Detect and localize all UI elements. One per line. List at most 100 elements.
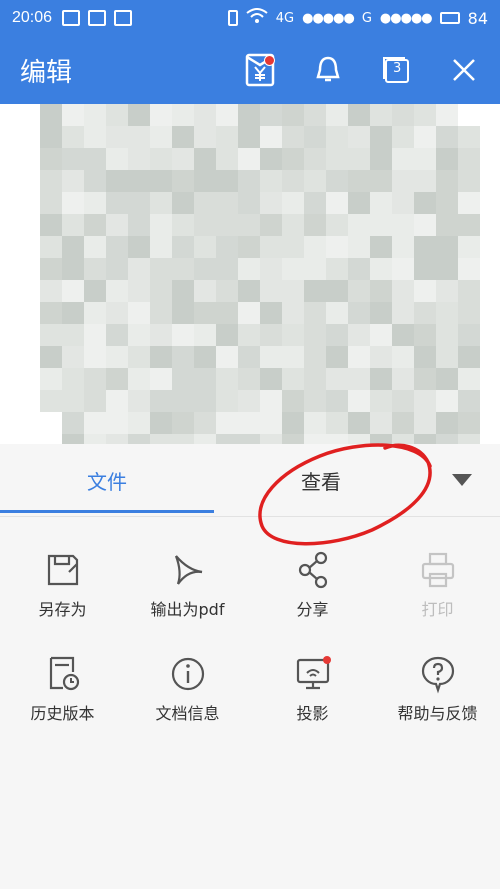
save-as-button[interactable]: 另存为 <box>0 540 125 636</box>
mosaic-tile <box>436 412 458 434</box>
mosaic-tile <box>392 104 414 126</box>
collapse-sheet-button[interactable] <box>448 466 476 494</box>
mosaic-tile <box>150 368 172 390</box>
mosaic-tile <box>128 302 150 324</box>
mosaic-tile <box>128 192 150 214</box>
mosaic-tile <box>392 280 414 302</box>
mosaic-tile <box>150 192 172 214</box>
mosaic-tile <box>62 126 84 148</box>
mosaic-tile <box>128 368 150 390</box>
mosaic-tile <box>458 126 480 148</box>
mosaic-tile <box>260 192 282 214</box>
tabs-button[interactable]: 3 <box>376 50 416 90</box>
mosaic-tile <box>260 236 282 258</box>
notifications-button[interactable] <box>308 50 348 90</box>
mosaic-tile <box>414 324 436 346</box>
help-feedback-button[interactable]: 帮助与反馈 <box>375 644 500 740</box>
mosaic-tile <box>370 434 392 444</box>
mosaic-tile <box>84 302 106 324</box>
mosaic-tile <box>40 214 62 236</box>
mosaic-tile <box>172 280 194 302</box>
mosaic-tile <box>436 148 458 170</box>
signal-2-icon: ●●●●● <box>379 10 433 26</box>
tab-view[interactable]: 查看 <box>214 444 428 516</box>
mosaic-tile <box>282 192 304 214</box>
badge-dot <box>264 55 275 66</box>
document-content[interactable] <box>0 104 500 444</box>
mosaic-tile <box>282 346 304 368</box>
mosaic-tile <box>326 104 348 126</box>
wallet-button[interactable] <box>240 50 280 90</box>
mosaic-tile <box>216 302 238 324</box>
mosaic-tile <box>348 346 370 368</box>
mosaic-tile <box>84 324 106 346</box>
mosaic-tile <box>216 346 238 368</box>
mosaic-tile <box>414 434 436 444</box>
close-button[interactable] <box>444 50 484 90</box>
mosaic-tile <box>194 104 216 126</box>
close-icon <box>453 59 475 81</box>
mosaic-tile <box>348 214 370 236</box>
mosaic-tile <box>150 324 172 346</box>
mosaic-tile <box>348 170 370 192</box>
network-1-label: 4G <box>275 10 295 26</box>
mosaic-tile <box>216 236 238 258</box>
mosaic-tile <box>326 192 348 214</box>
mosaic-tile <box>370 258 392 280</box>
mosaic-tile <box>370 390 392 412</box>
mosaic-tile <box>370 280 392 302</box>
mosaic-tile <box>304 390 326 412</box>
mosaic-tile <box>392 258 414 280</box>
tab-file[interactable]: 文件 <box>0 444 214 516</box>
mosaic-tile <box>326 412 348 434</box>
mosaic-tile <box>216 126 238 148</box>
page-title: 编辑 <box>20 58 73 88</box>
mosaic-tile <box>348 324 370 346</box>
mosaic-tile <box>370 412 392 434</box>
mosaic-tile <box>172 214 194 236</box>
mosaic-tile <box>326 346 348 368</box>
mosaic-tile <box>326 148 348 170</box>
mosaic-tile <box>370 324 392 346</box>
triangle-down-icon <box>452 474 472 486</box>
mosaic-tile <box>128 148 150 170</box>
projection-button[interactable]: 投影 <box>250 644 375 740</box>
mosaic-tile <box>436 214 458 236</box>
help-feedback-label: 帮助与反馈 <box>397 704 478 723</box>
mosaic-tile <box>326 368 348 390</box>
share-button[interactable]: 分享 <box>250 540 375 636</box>
mosaic-tile <box>84 126 106 148</box>
document-info-button[interactable]: 文档信息 <box>125 644 250 740</box>
mosaic-tile <box>150 302 172 324</box>
mosaic-tile <box>216 412 238 434</box>
export-pdf-button[interactable]: 输出为pdf <box>125 540 250 636</box>
mosaic-tile <box>172 104 194 126</box>
mosaic-tile <box>238 192 260 214</box>
mosaic-tile <box>62 148 84 170</box>
mosaic-tile <box>106 390 128 412</box>
mosaic-tile <box>282 368 304 390</box>
mosaic-tile <box>216 192 238 214</box>
mosaic-tile <box>150 104 172 126</box>
history-version-button[interactable]: 历史版本 <box>0 644 125 740</box>
mosaic-tile <box>84 368 106 390</box>
mosaic-tile <box>282 302 304 324</box>
mosaic-tile <box>458 368 480 390</box>
mosaic-tile <box>392 302 414 324</box>
mosaic-tile <box>194 434 216 444</box>
mosaic-tile <box>326 170 348 192</box>
print-button[interactable]: 打印 <box>375 540 500 636</box>
mosaic-tile <box>304 126 326 148</box>
mosaic-tile <box>128 104 150 126</box>
mosaic-tile <box>84 280 106 302</box>
mosaic-tile <box>392 126 414 148</box>
mosaic-tile <box>414 346 436 368</box>
mosaic-tile <box>282 434 304 444</box>
bell-icon <box>316 56 340 82</box>
mosaic-tile <box>40 258 62 280</box>
mosaic-tile <box>128 280 150 302</box>
mosaic-tile <box>238 434 260 444</box>
mosaic-tile <box>414 126 436 148</box>
mosaic-tile <box>194 170 216 192</box>
mosaic-tile <box>238 170 260 192</box>
